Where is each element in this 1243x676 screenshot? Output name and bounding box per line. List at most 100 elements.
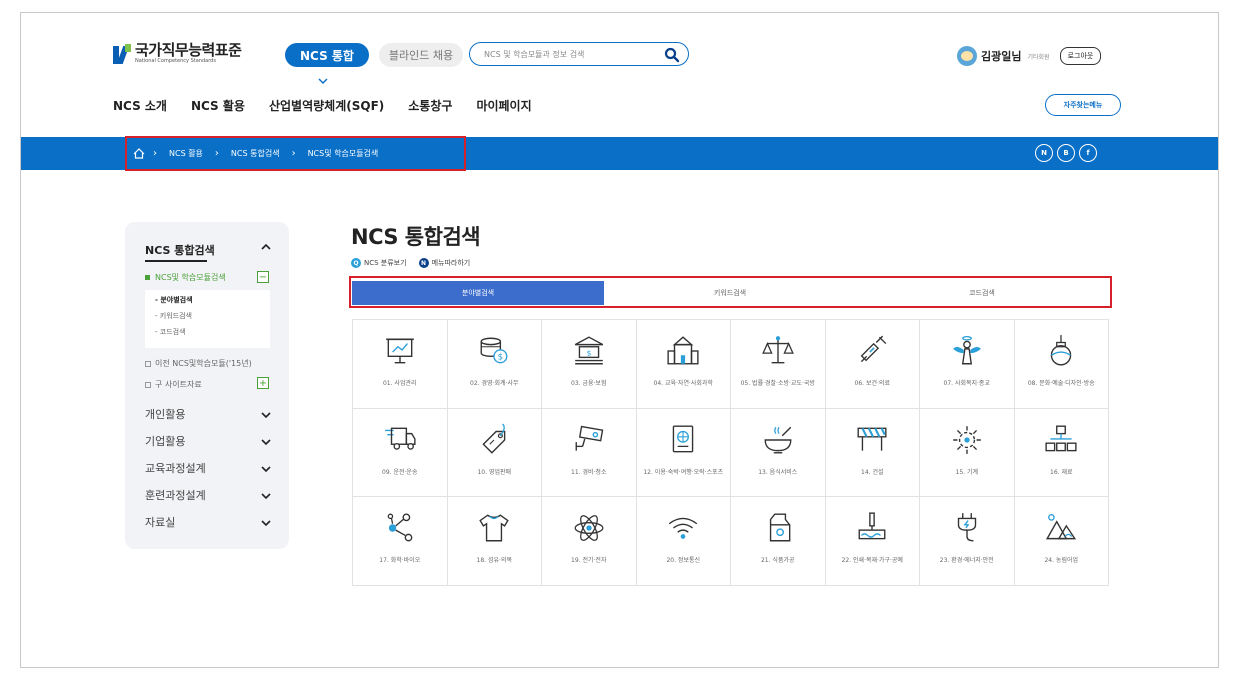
sidebar-item-archive[interactable]: 자료실: [145, 514, 175, 530]
category-cell[interactable]: 22. 인쇄·목재·가구·공예: [825, 497, 920, 586]
category-cell[interactable]: 12. 이용·숙박·여행·오락·스포츠: [636, 408, 731, 498]
category-cell[interactable]: 07. 사회복지·종교: [920, 320, 1015, 409]
category-label: 13. 음식서비스: [758, 468, 798, 476]
paint-roller-icon: [858, 512, 886, 540]
user-name: 김광일님: [981, 50, 1022, 63]
sidebar-item-old-ncs[interactable]: 이전 NCS및학습모듈('15년): [145, 358, 252, 369]
mountain-icon: [1046, 514, 1077, 540]
nav-communication[interactable]: 소통창구: [408, 97, 452, 114]
breadcrumb-item-ncs-use[interactable]: NCS 활용: [169, 148, 203, 159]
scales-icon: [761, 336, 794, 364]
breadcrumb-item-module-search[interactable]: NCS및 학습모듈검색: [308, 148, 379, 159]
angel-icon: [952, 336, 981, 365]
breadcrumb-item-integrated-search[interactable]: NCS 통합검색: [231, 148, 280, 159]
category-cell[interactable]: 21. 식품가공: [731, 497, 826, 586]
search-icon[interactable]: [664, 47, 680, 63]
nav-sqf[interactable]: 산업별역량체계(SQF): [269, 97, 384, 114]
chevron-down-icon[interactable]: [261, 492, 271, 500]
sidebar-item-personal[interactable]: 개인활용: [145, 406, 185, 422]
nav-ncs-use[interactable]: NCS 활용: [191, 97, 245, 114]
category-cell[interactable]: 09. 운전·운송: [353, 408, 448, 498]
category-label: 19. 전기·전자: [571, 557, 607, 565]
sidebar-item-edu-course[interactable]: 교육과정설계: [145, 460, 206, 476]
category-label: 12. 이용·숙박·여행·오락·스포츠: [643, 468, 724, 476]
search-input[interactable]: [482, 48, 656, 60]
blind-hiring-button[interactable]: 블라인드 채용: [379, 43, 463, 67]
gear-icon: [952, 425, 981, 454]
checkbox-icon: [145, 381, 151, 388]
category-cell[interactable]: 16. 재료: [1014, 408, 1109, 498]
category-cell[interactable]: 24. 농림어업: [1014, 497, 1109, 586]
category-cell[interactable]: 08. 문화·예술·디자인·방송: [1014, 320, 1109, 409]
syringe-icon: [860, 335, 887, 363]
page-links: Q NCS 분류보기 N 메뉴따라하기: [351, 258, 470, 268]
brunch-icon[interactable]: B: [1057, 144, 1075, 162]
nav-mypage[interactable]: 마이페이지: [476, 97, 531, 114]
collapse-icon[interactable]: −: [257, 271, 269, 283]
category-cell[interactable]: $02. 경영·회계·사무: [447, 320, 542, 409]
category-cell[interactable]: 18. 섬유·의복: [447, 497, 542, 586]
chevron-right-icon: ›: [291, 148, 296, 159]
frequent-menu-button[interactable]: 자주찾는메뉴: [1045, 94, 1121, 116]
sidebar-item-company[interactable]: 기업활용: [145, 433, 185, 449]
category-cell[interactable]: 05. 법률·경찰·소방·교도·국방: [731, 320, 826, 409]
category-cell[interactable]: 10. 영업판매: [447, 408, 542, 498]
chevron-down-icon[interactable]: [261, 465, 271, 473]
category-cell[interactable]: 04. 교육·자연·사회과학: [636, 320, 731, 409]
chevron-down-icon[interactable]: [261, 519, 271, 527]
sidebar-item-module-search[interactable]: NCS및 학습모듈검색: [145, 272, 226, 283]
category-cell[interactable]: $03. 금융·보험: [542, 320, 637, 409]
chevron-down-icon: [318, 78, 328, 85]
chevron-down-icon[interactable]: [261, 438, 271, 446]
chevron-up-icon[interactable]: [261, 243, 271, 251]
category-cell[interactable]: 23. 환경·에너지·안전: [920, 497, 1015, 586]
category-cell[interactable]: 13. 음식서비스: [731, 408, 826, 498]
truck-icon: [384, 427, 416, 450]
category-label: 05. 법률·경찰·소방·교도·국방: [740, 380, 815, 387]
wifi-icon: [669, 518, 698, 540]
category-cell[interactable]: 15. 기계: [920, 408, 1015, 498]
sidebar-item-old-site[interactable]: 구 사이트자료: [145, 379, 202, 390]
tab-code-search[interactable]: 코드검색: [856, 281, 1108, 305]
tab-field-search[interactable]: 분야별검색: [352, 281, 604, 305]
n-badge-icon: N: [418, 258, 429, 268]
category-cell[interactable]: 17. 화학·바이오: [353, 497, 448, 586]
site-logo[interactable]: 국가직무능력표준 National Competency Standards: [113, 39, 242, 69]
category-label: 22. 인쇄·목재·가구·공예: [841, 557, 903, 565]
category-cell[interactable]: 14. 건설: [825, 408, 920, 498]
menu-guide-link[interactable]: 메뉴따라하기: [432, 258, 471, 268]
sidebar-subitem-field[interactable]: - 분야별검색: [155, 295, 193, 305]
milk-carton-icon: [769, 513, 791, 542]
presentation-board-icon: [385, 338, 414, 364]
svg-text:$: $: [586, 348, 591, 357]
price-tag-icon: [482, 423, 506, 454]
category-cell[interactable]: 06. 보건·의료: [825, 320, 920, 409]
sidebar-subitem-code[interactable]: - 코드검색: [155, 327, 186, 337]
search-icon: Q: [351, 258, 361, 268]
sidebar-title[interactable]: NCS 통합검색: [145, 242, 215, 258]
tshirt-icon: [479, 514, 509, 542]
category-cell[interactable]: 19. 전기·전자: [542, 497, 637, 586]
category-cell[interactable]: 01. 사업관리: [353, 320, 448, 409]
naver-blog-icon[interactable]: N: [1035, 144, 1053, 162]
checkbox-icon: [145, 360, 151, 367]
bank-icon: $: [574, 336, 603, 365]
nav-ncs-intro[interactable]: NCS 소개: [113, 97, 167, 114]
sidebar-subitem-keyword[interactable]: - 키워드검색: [155, 311, 192, 321]
category-label: 20. 정보통신: [666, 557, 701, 565]
category-label: 18. 섬유·의복: [476, 557, 512, 565]
ncs-classification-link[interactable]: NCS 분류보기: [364, 258, 407, 268]
category-label: 03. 금융·보험: [571, 380, 607, 387]
category-label: 14. 건설: [861, 468, 884, 476]
category-cell[interactable]: 20. 정보통신: [636, 497, 731, 586]
chevron-down-icon[interactable]: [261, 411, 271, 419]
sidebar-item-training-course[interactable]: 훈련과정설계: [145, 487, 206, 503]
tab-keyword-search[interactable]: 키워드검색: [604, 281, 857, 305]
category-label: 04. 교육·자연·사회과학: [653, 380, 713, 387]
expand-icon[interactable]: +: [257, 377, 269, 389]
logout-button[interactable]: 로그아웃: [1059, 47, 1102, 65]
ncs-integration-button[interactable]: NCS 통합: [285, 43, 369, 67]
facebook-icon[interactable]: f: [1079, 144, 1097, 162]
home-icon[interactable]: [133, 148, 145, 159]
category-cell[interactable]: 11. 경비·청소: [542, 408, 637, 498]
